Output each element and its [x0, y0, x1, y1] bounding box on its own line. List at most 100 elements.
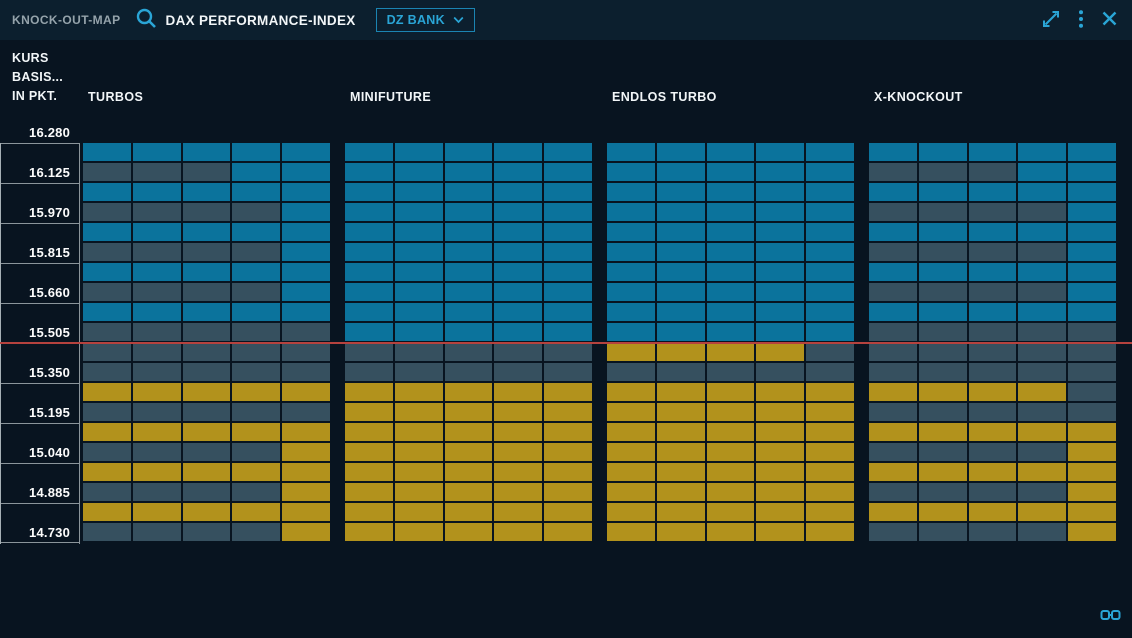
knockout-cell[interactable] [544, 203, 592, 221]
knockout-cell[interactable] [183, 323, 231, 341]
knockout-cell[interactable] [133, 403, 181, 421]
issuer-dropdown[interactable]: DZ BANK [376, 8, 475, 32]
knockout-cell[interactable] [607, 303, 655, 321]
knockout-cell[interactable] [919, 483, 967, 501]
knockout-cell[interactable] [1068, 243, 1116, 261]
knockout-cell[interactable] [395, 503, 443, 521]
knockout-cell[interactable] [1018, 283, 1066, 301]
knockout-cell[interactable] [345, 423, 393, 441]
knockout-cell[interactable] [1068, 523, 1116, 541]
knockout-cell[interactable] [919, 443, 967, 461]
knockout-cell[interactable] [345, 383, 393, 401]
knockout-cell[interactable] [869, 283, 917, 301]
knockout-cell[interactable] [607, 523, 655, 541]
knockout-cell[interactable] [494, 243, 542, 261]
knockout-cell[interactable] [544, 363, 592, 381]
knockout-cell[interactable] [133, 383, 181, 401]
knockout-cell[interactable] [969, 523, 1017, 541]
knockout-cell[interactable] [806, 183, 854, 201]
knockout-cell[interactable] [919, 163, 967, 181]
knockout-cell[interactable] [282, 303, 330, 321]
knockout-cell[interactable] [919, 223, 967, 241]
knockout-cell[interactable] [395, 183, 443, 201]
knockout-cell[interactable] [544, 383, 592, 401]
knockout-cell[interactable] [494, 263, 542, 281]
knockout-cell[interactable] [133, 243, 181, 261]
knockout-cell[interactable] [1068, 163, 1116, 181]
knockout-cell[interactable] [544, 403, 592, 421]
knockout-cell[interactable] [445, 163, 493, 181]
knockout-cell[interactable] [395, 243, 443, 261]
knockout-cell[interactable] [607, 363, 655, 381]
knockout-cell[interactable] [494, 443, 542, 461]
knockout-cell[interactable] [919, 243, 967, 261]
knockout-cell[interactable] [1068, 303, 1116, 321]
knockout-cell[interactable] [544, 263, 592, 281]
knockout-cell[interactable] [494, 363, 542, 381]
knockout-cell[interactable] [1068, 203, 1116, 221]
knockout-cell[interactable] [282, 363, 330, 381]
knockout-cell[interactable] [494, 203, 542, 221]
knockout-cell[interactable] [494, 303, 542, 321]
knockout-cell[interactable] [83, 203, 131, 221]
knockout-cell[interactable] [806, 303, 854, 321]
knockout-cell[interactable] [83, 463, 131, 481]
knockout-cell[interactable] [969, 423, 1017, 441]
knockout-cell[interactable] [133, 463, 181, 481]
knockout-cell[interactable] [232, 423, 280, 441]
knockout-cell[interactable] [657, 503, 705, 521]
footer-link-button[interactable] [1100, 608, 1121, 625]
knockout-cell[interactable] [969, 303, 1017, 321]
knockout-cell[interactable] [607, 463, 655, 481]
knockout-cell[interactable] [345, 283, 393, 301]
knockout-cell[interactable] [806, 203, 854, 221]
knockout-cell[interactable] [707, 503, 755, 521]
knockout-cell[interactable] [657, 403, 705, 421]
knockout-cell[interactable] [232, 203, 280, 221]
knockout-cell[interactable] [544, 423, 592, 441]
knockout-cell[interactable] [869, 443, 917, 461]
knockout-cell[interactable] [806, 343, 854, 361]
knockout-cell[interactable] [969, 463, 1017, 481]
knockout-cell[interactable] [395, 423, 443, 441]
knockout-cell[interactable] [969, 383, 1017, 401]
knockout-cell[interactable] [869, 183, 917, 201]
knockout-cell[interactable] [869, 343, 917, 361]
knockout-cell[interactable] [1068, 403, 1116, 421]
knockout-cell[interactable] [395, 483, 443, 501]
knockout-cell[interactable] [183, 343, 231, 361]
knockout-cell[interactable] [756, 143, 804, 161]
knockout-cell[interactable] [445, 303, 493, 321]
knockout-cell[interactable] [806, 163, 854, 181]
knockout-cell[interactable] [969, 143, 1017, 161]
knockout-cell[interactable] [1018, 223, 1066, 241]
knockout-cell[interactable] [919, 183, 967, 201]
knockout-cell[interactable] [607, 383, 655, 401]
knockout-cell[interactable] [607, 503, 655, 521]
knockout-cell[interactable] [83, 403, 131, 421]
knockout-cell[interactable] [395, 523, 443, 541]
knockout-cell[interactable] [282, 283, 330, 301]
knockout-cell[interactable] [83, 523, 131, 541]
knockout-cell[interactable] [395, 403, 443, 421]
knockout-cell[interactable] [133, 263, 181, 281]
knockout-cell[interactable] [395, 443, 443, 461]
knockout-cell[interactable] [969, 183, 1017, 201]
search-button[interactable] [135, 7, 158, 33]
knockout-cell[interactable] [345, 443, 393, 461]
knockout-cell[interactable] [707, 323, 755, 341]
knockout-cell[interactable] [869, 223, 917, 241]
knockout-cell[interactable] [756, 323, 804, 341]
knockout-cell[interactable] [969, 223, 1017, 241]
knockout-cell[interactable] [345, 503, 393, 521]
knockout-cell[interactable] [544, 443, 592, 461]
knockout-cell[interactable] [395, 283, 443, 301]
knockout-cell[interactable] [494, 183, 542, 201]
knockout-cell[interactable] [756, 203, 804, 221]
knockout-cell[interactable] [869, 483, 917, 501]
knockout-cell[interactable] [83, 323, 131, 341]
knockout-cell[interactable] [133, 283, 181, 301]
knockout-cell[interactable] [183, 383, 231, 401]
knockout-cell[interactable] [232, 343, 280, 361]
knockout-cell[interactable] [869, 263, 917, 281]
